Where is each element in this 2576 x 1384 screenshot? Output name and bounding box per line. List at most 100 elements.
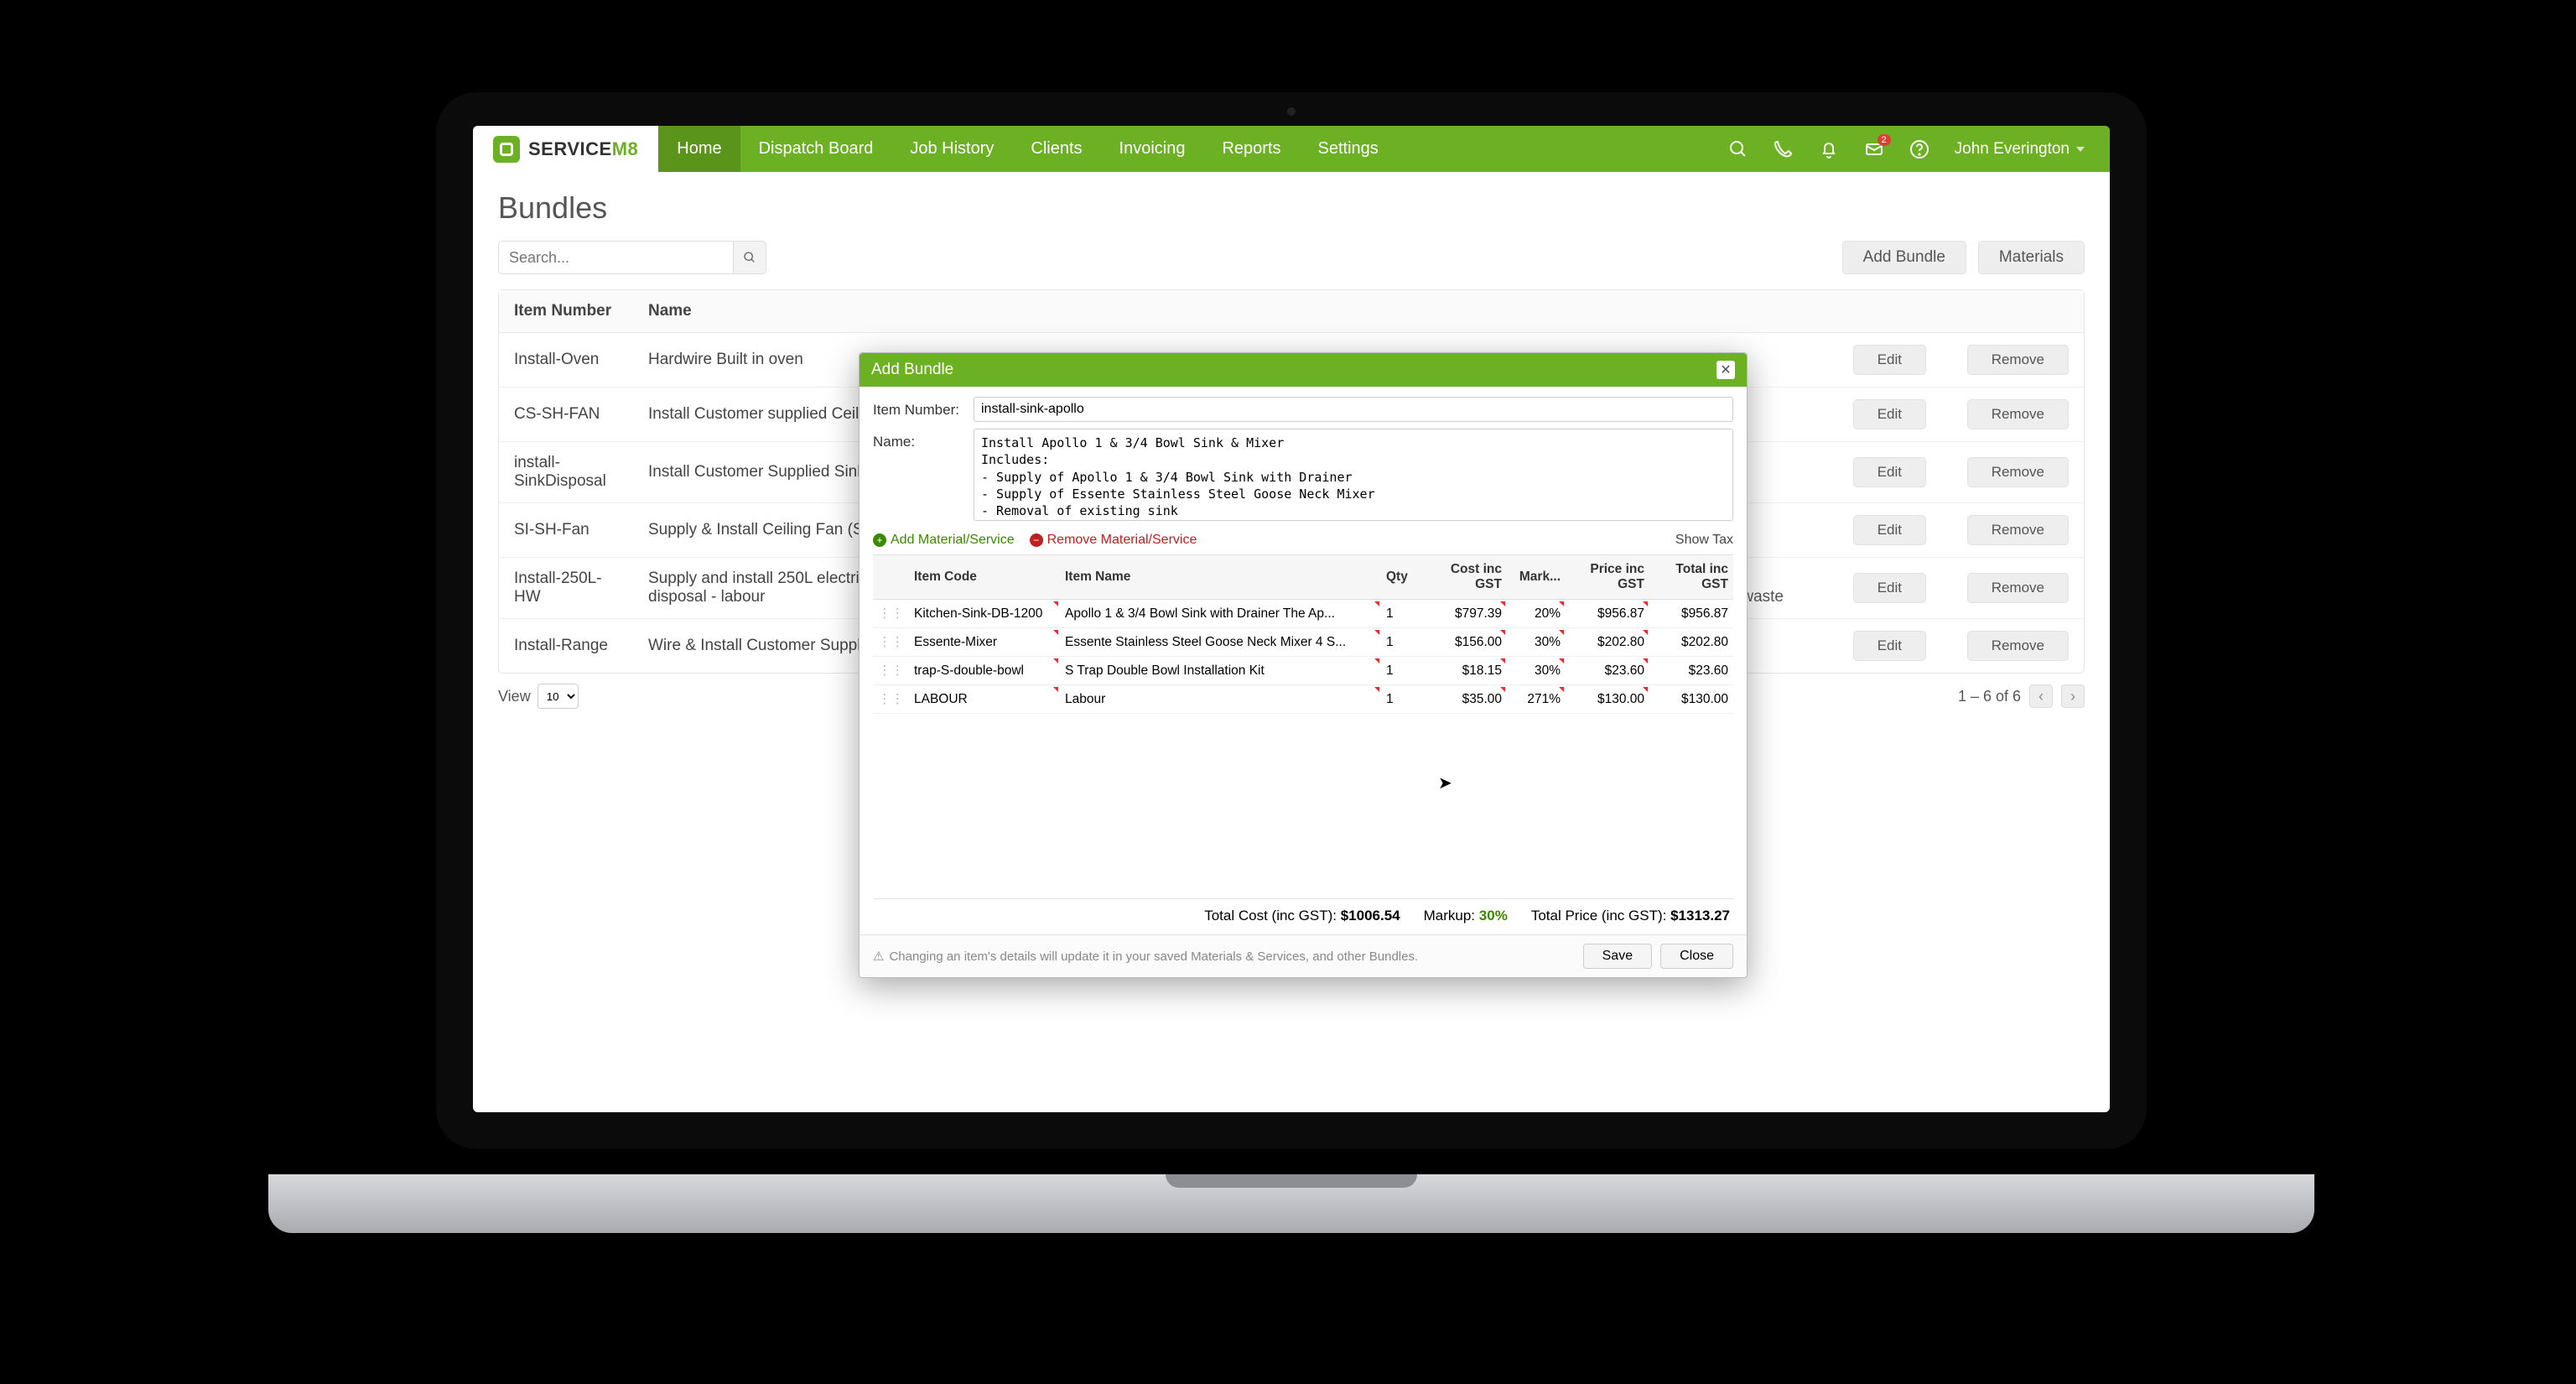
- cell-markup[interactable]: 271%: [1507, 685, 1566, 714]
- cell-markup[interactable]: 30%: [1507, 657, 1566, 685]
- remove-button[interactable]: Remove: [1967, 345, 2069, 375]
- table-row[interactable]: ⋮⋮ Essente-Mixer Essente Stainless Steel…: [873, 628, 1733, 657]
- edit-button[interactable]: Edit: [1853, 515, 1926, 545]
- mcol-name[interactable]: Item Name: [1060, 555, 1381, 600]
- cell-name[interactable]: Apollo 1 & 3/4 Bowl Sink with Drainer Th…: [1060, 600, 1381, 628]
- nav-home[interactable]: Home: [658, 126, 740, 172]
- edit-button[interactable]: Edit: [1853, 399, 1926, 429]
- laptop-base: [268, 1174, 2314, 1233]
- cell-name[interactable]: S Trap Double Bowl Installation Kit: [1060, 657, 1381, 685]
- nav-settings[interactable]: Settings: [1300, 126, 1397, 172]
- cell-cost[interactable]: $35.00: [1423, 685, 1507, 714]
- cell-qty[interactable]: 1: [1381, 685, 1423, 714]
- cell-code[interactable]: LABOUR: [909, 685, 1060, 714]
- edit-button[interactable]: Edit: [1853, 345, 1926, 375]
- close-button[interactable]: Close: [1660, 944, 1733, 969]
- search-input[interactable]: [498, 241, 733, 274]
- mcol-qty[interactable]: Qty: [1381, 555, 1423, 600]
- page-title: Bundles: [498, 190, 2085, 226]
- cell-qty[interactable]: 1: [1381, 628, 1423, 657]
- add-bundle-button[interactable]: Add Bundle: [1842, 241, 1966, 274]
- col-item-number[interactable]: Item Number: [499, 290, 633, 333]
- cell-price[interactable]: $23.60: [1566, 657, 1649, 685]
- mcol-cost[interactable]: Cost inc GST: [1423, 555, 1507, 600]
- cell-price[interactable]: $130.00: [1566, 685, 1649, 714]
- mouse-cursor: ➤: [1438, 773, 1452, 793]
- drag-handle-icon[interactable]: ⋮⋮: [873, 657, 909, 685]
- item-number-input[interactable]: [974, 397, 1733, 422]
- nav-clients[interactable]: Clients: [1012, 126, 1100, 172]
- warning-icon: ⚠: [873, 949, 884, 964]
- name-textarea[interactable]: [974, 429, 1733, 521]
- mcol-code[interactable]: Item Code: [909, 555, 1060, 600]
- table-row[interactable]: ⋮⋮ Kitchen-Sink-DB-1200 Apollo 1 & 3/4 B…: [873, 600, 1733, 628]
- brand-logo[interactable]: SERVICEM8: [473, 126, 658, 172]
- cell-markup[interactable]: 20%: [1507, 600, 1566, 628]
- cell-item: Install-Oven: [499, 333, 633, 388]
- add-bundle-modal: Add Bundle ✕ Item Number: Name: +Add Mat…: [859, 352, 1748, 978]
- cell-name[interactable]: Labour: [1060, 685, 1381, 714]
- cell-cost[interactable]: $797.39: [1423, 600, 1507, 628]
- edit-button[interactable]: Edit: [1853, 573, 1926, 603]
- cell-price[interactable]: $202.80: [1566, 628, 1649, 657]
- cell-code[interactable]: Essente-Mixer: [909, 628, 1060, 657]
- camera-dot: [1287, 107, 1296, 116]
- cell-code[interactable]: trap-S-double-bowl: [909, 657, 1060, 685]
- next-page-button[interactable]: ›: [2061, 684, 2085, 708]
- table-row[interactable]: ⋮⋮ LABOUR Labour 1 $35.00 271% $130.00 $…: [873, 685, 1733, 714]
- remove-button[interactable]: Remove: [1967, 573, 2069, 603]
- cell-cost[interactable]: $156.00: [1423, 628, 1507, 657]
- search-icon[interactable]: [1728, 139, 1748, 159]
- materials-button[interactable]: Materials: [1978, 241, 2085, 274]
- brand-icon: [493, 136, 520, 163]
- plus-icon: +: [873, 533, 886, 547]
- edit-button[interactable]: Edit: [1853, 631, 1926, 661]
- show-tax-link[interactable]: Show Tax: [1675, 533, 1733, 548]
- search-button[interactable]: [733, 241, 766, 274]
- cell-name[interactable]: Essente Stainless Steel Goose Neck Mixer…: [1060, 628, 1381, 657]
- remove-material-link[interactable]: −Remove Material/Service: [1030, 533, 1197, 548]
- cell-item: SI-SH-Fan: [499, 503, 633, 558]
- save-button[interactable]: Save: [1583, 944, 1652, 969]
- cell-markup[interactable]: 30%: [1507, 628, 1566, 657]
- nav-reports[interactable]: Reports: [1203, 126, 1299, 172]
- nav-dispatch-board[interactable]: Dispatch Board: [740, 126, 892, 172]
- close-icon[interactable]: ✕: [1716, 361, 1735, 379]
- drag-handle-icon[interactable]: ⋮⋮: [873, 685, 909, 714]
- drag-handle-icon[interactable]: ⋮⋮: [873, 600, 909, 628]
- add-material-link[interactable]: +Add Material/Service: [873, 533, 1015, 548]
- help-icon[interactable]: [1909, 139, 1929, 159]
- mcol-markup[interactable]: Mark...: [1507, 555, 1566, 600]
- bell-icon[interactable]: [1819, 139, 1839, 159]
- mail-badge: 2: [1877, 134, 1891, 146]
- remove-button[interactable]: Remove: [1967, 457, 2069, 487]
- col-name[interactable]: Name: [633, 290, 1799, 333]
- cell-qty[interactable]: 1: [1381, 600, 1423, 628]
- user-menu[interactable]: John Everington: [1955, 140, 2085, 159]
- modal-footnote: ⚠ Changing an item's details will update…: [873, 949, 1418, 964]
- cell-cost[interactable]: $18.15: [1423, 657, 1507, 685]
- primary-nav: Home Dispatch Board Job History Clients …: [658, 126, 1397, 172]
- remove-button[interactable]: Remove: [1967, 631, 2069, 661]
- cell-price[interactable]: $956.87: [1566, 600, 1649, 628]
- mail-icon[interactable]: 2: [1864, 139, 1884, 159]
- nav-invoicing[interactable]: Invoicing: [1101, 126, 1204, 172]
- remove-button[interactable]: Remove: [1967, 515, 2069, 545]
- cell-code[interactable]: Kitchen-Sink-DB-1200: [909, 600, 1060, 628]
- remove-button[interactable]: Remove: [1967, 399, 2069, 429]
- view-select[interactable]: 10: [538, 684, 579, 709]
- topbar-right: 2 John Everington: [1728, 139, 2110, 159]
- cell-qty[interactable]: 1: [1381, 657, 1423, 685]
- table-row[interactable]: ⋮⋮ trap-S-double-bowl S Trap Double Bowl…: [873, 657, 1733, 685]
- phone-icon[interactable]: [1774, 139, 1794, 159]
- cell-item: CS-SH-FAN: [499, 388, 633, 442]
- prev-page-button[interactable]: ‹: [2029, 684, 2053, 708]
- drag-handle-icon[interactable]: ⋮⋮: [873, 628, 909, 657]
- nav-job-history[interactable]: Job History: [891, 126, 1012, 172]
- mcol-price[interactable]: Price inc GST: [1566, 555, 1649, 600]
- view-label: View: [498, 688, 531, 705]
- edit-button[interactable]: Edit: [1853, 457, 1926, 487]
- top-bar: SERVICEM8 Home Dispatch Board Job Histor…: [473, 126, 2110, 172]
- modal-totals: Total Cost (inc GST): $1006.54 Markup: 3…: [873, 898, 1733, 924]
- mcol-total[interactable]: Total inc GST: [1649, 555, 1733, 600]
